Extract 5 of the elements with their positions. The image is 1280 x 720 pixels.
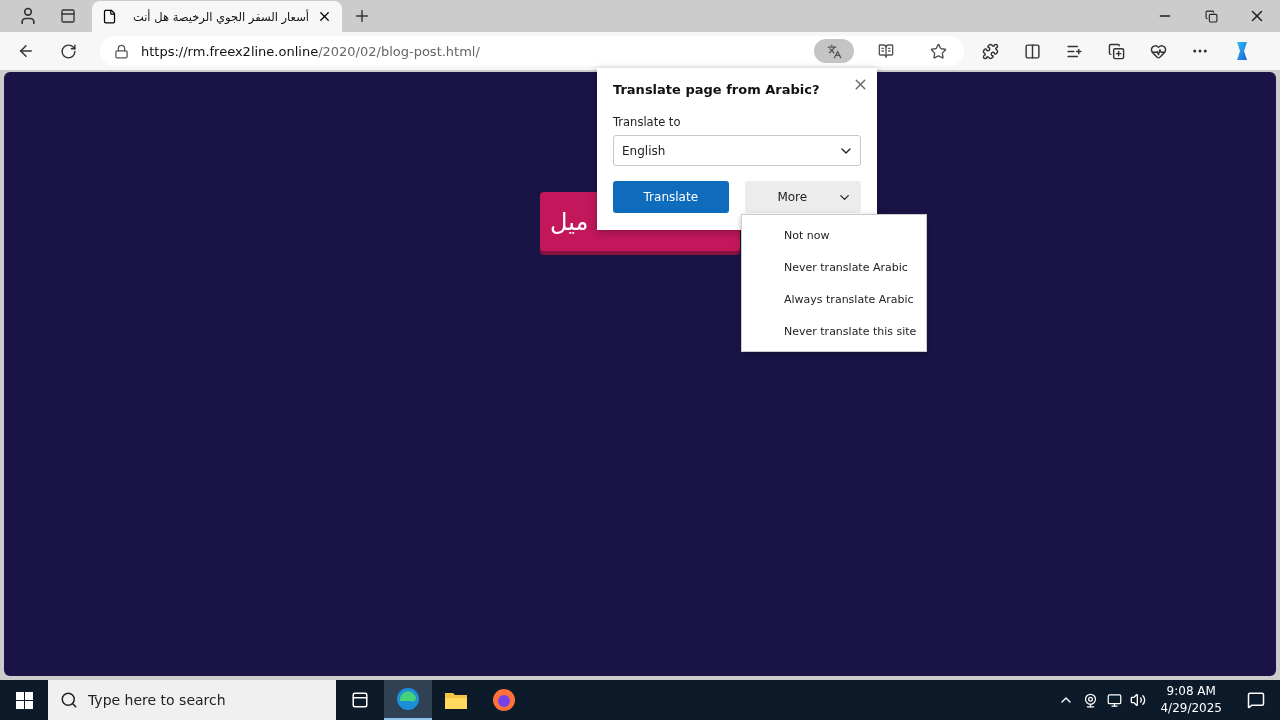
field-label: Translate to (613, 115, 682, 129)
popup-title: Translate page from Arabic? (613, 82, 821, 97)
search-placeholder: Type here to search (88, 692, 226, 708)
time: 9:08 AM (1166, 683, 1216, 700)
date: 4/29/2025 (1160, 700, 1222, 717)
